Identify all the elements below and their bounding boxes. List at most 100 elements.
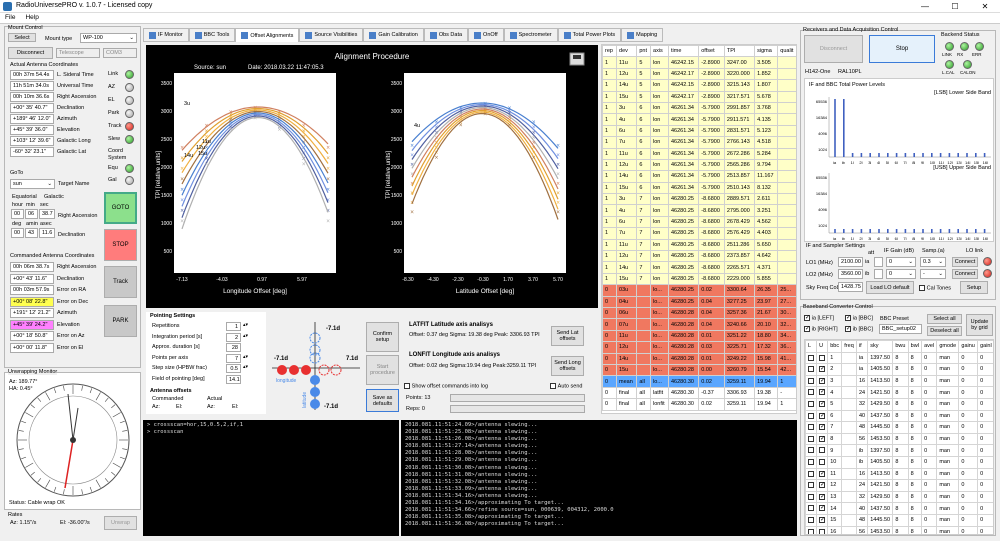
goto-button[interactable]: GOTO [104,192,137,224]
pointing-setting-input[interactable]: 7 [226,353,241,363]
command-console[interactable]: > crossscan=hor,15,0.5,2,if,1 > crossscan [143,420,399,536]
usb-checkbox[interactable] [816,525,829,534]
table-row[interactable]: 1 12u 5 lon 46242.17 -2.8900 3220.000 1.852 [602,67,796,81]
lsb-checkbox[interactable] [805,479,818,492]
com-port-select[interactable]: COM3 [103,48,137,58]
table-row[interactable]: 1 7u 7 lon 46280.25 -8.6800 2576.429 4.403 [602,227,796,240]
att-ib[interactable] [874,269,883,279]
table-row[interactable]: 0 15u lo... 46280.28 0.00 3260.79 15.54 42... [602,363,796,377]
bbc-row[interactable]: 4241421.50880man00 [805,386,993,399]
spinner-icon[interactable]: ▴▾ [243,354,248,360]
lsb-checkbox[interactable] [805,455,818,469]
pointing-setting-input[interactable]: 0.5 [226,364,241,373]
usb-checkbox[interactable] [816,374,829,388]
bbc-row[interactable]: 14401437.50880man00 [805,502,993,515]
tab-source-visibilities[interactable]: Source Visibilities [299,28,364,42]
hour-input[interactable]: 00 [11,209,24,219]
tab-offset-alignments[interactable]: Offset Alignments [235,28,300,42]
bbc-row[interactable]: 13321429.50880man00 [805,490,993,504]
table-row[interactable]: 1 14u 7 lon 46280.25 -8.6800 2265.571 4.371 [602,261,796,274]
samp-ia[interactable]: 0.3 ⌄ [920,257,946,267]
connect-ia-button[interactable]: Connect [952,257,978,267]
ib-bbc-checkbox[interactable]: ib [BBC] [845,325,873,333]
lsb-checkbox[interactable] [805,490,818,504]
update-by-grid-button[interactable]: Update by grid [966,314,993,336]
start-procedure-button[interactable]: Start procedure [366,355,399,385]
lsb-checkbox[interactable] [805,386,818,399]
lsb-checkbox[interactable] [805,351,818,365]
min-input[interactable]: 06 [25,209,38,219]
column-header[interactable]: pnt [636,45,652,58]
lo2-input[interactable]: 3560.00 [838,269,863,279]
bbc-row[interactable]: 6401437.50880man00 [805,409,993,423]
disconnect-receiver-button[interactable]: Disconnect [804,35,863,63]
column-header[interactable]: axis [650,45,669,58]
tab-total-power-plots[interactable]: Total Power Plots [557,28,622,42]
table-row[interactable]: 0 06u lo... 46280.28 0.04 3257.36 21.67 30... [602,306,796,320]
usb-checkbox[interactable] [816,386,829,399]
select-all-button[interactable]: Select all [927,314,962,324]
lsb-checkbox[interactable] [805,374,818,388]
usb-checkbox[interactable] [816,421,829,434]
usb-checkbox[interactable] [816,467,829,481]
pointing-setting-input[interactable]: 28 [226,343,241,352]
unwrap-button[interactable]: Unwrap [104,516,137,530]
select-button[interactable]: Select [8,33,36,42]
table-row[interactable]: 1 15u 7 lon 46280.25 -8.6800 2229.000 5.855 [602,272,796,286]
table-row[interactable]: 1 3u 7 lon 46280.25 -8.6800 2889.571 2.611 [602,193,796,206]
column-header[interactable]: dev [616,45,638,58]
table-row[interactable]: 1 14u 6 lon 46261.34 -5.7900 2513.857 11.167 [602,170,796,183]
table-row[interactable]: 0 03u lo... 46280.25 0.02 3300.64 26.35 25... [602,284,796,297]
deg-input[interactable]: 00 [11,228,24,238]
bbc-row[interactable]: 11161413.50880man00 [805,467,993,481]
usb-checkbox[interactable] [816,513,829,527]
ib-right-checkbox[interactable]: ib [RIGHT] [804,325,838,333]
tab-onoff[interactable]: OnOff [468,28,504,42]
table-row[interactable]: 1 6u 6 lon 46261.34 -5.7900 2831.571 5.123 [602,124,796,138]
load-lo-default-button[interactable]: Load LO default [866,281,914,294]
table-row[interactable]: 0 14u lo... 46280.28 0.01 3249.22 15.98 41... [602,352,796,365]
table-row[interactable]: 0 final all lonfit 46280.30 0.02 3259.11 19.94 1 [602,398,796,411]
tab-if-monitor[interactable]: IF Monitor [143,28,189,42]
column-header[interactable]: sigma [754,45,779,58]
lsb-checkbox[interactable] [805,502,818,515]
usb-checkbox[interactable] [816,351,829,365]
tab-bbc-tools[interactable]: BBC Tools [188,28,236,42]
lsb-checkbox[interactable] [805,409,818,423]
minimize-icon[interactable]: — [910,0,940,13]
pointing-setting-input[interactable]: 2 [226,332,241,342]
asec-input[interactable]: 11.6 [39,228,55,238]
usb-checkbox[interactable] [816,397,829,411]
table-row[interactable]: 0 mean all lo... 46280.30 0.02 3259.11 19.94 1 [602,375,796,388]
ia-bbc-checkbox[interactable]: ia [BBC] [845,314,873,322]
tab-spectrometer[interactable]: Spectrometer [503,28,558,42]
column-header[interactable]: qualit [777,45,796,58]
park-button[interactable]: PARK [104,305,137,337]
table-row[interactable]: 1 12u 7 lon 46280.25 -8.6800 2373.857 4.642 [602,250,796,263]
table-row[interactable]: 1 11u 7 lon 46280.25 -8.6800 2511.286 5.650 [602,238,796,252]
close-icon[interactable]: ✕ [970,0,1000,13]
lsb-checkbox[interactable] [805,421,818,434]
lsb-checkbox[interactable] [805,363,818,376]
menu-help[interactable]: Help [20,13,43,22]
bbc-row[interactable]: 10 ib 1405.50 8 8 0 man 0 0 [805,455,993,469]
bbc-row[interactable]: 9 ib 1397.50 8 8 0 man 0 0 [805,444,993,457]
bbc-row[interactable]: 2ia1405.50880man00 [805,363,993,376]
amin-input[interactable]: 43 [25,228,38,238]
table-row[interactable]: 1 6u 7 lon 46280.25 -8.6800 2678.429 4.562 [602,215,796,229]
lsb-checkbox[interactable] [805,513,818,527]
stop-button[interactable]: STOP [104,229,137,261]
usb-checkbox[interactable] [816,479,829,492]
save-defaults-button[interactable]: Save as defaults [366,389,399,412]
table-row[interactable]: 0 07u lo... 46280.28 0.04 3240.66 20.10 32... [602,318,796,331]
stop-receiver-button[interactable]: Stop [869,35,935,63]
usb-checkbox[interactable] [816,502,829,515]
samp-ib[interactable]: - ⌄ [920,269,946,279]
usb-checkbox[interactable] [816,432,829,446]
mount-type-select[interactable]: WP-100 ⌄ [80,33,137,43]
auto-send-checkbox[interactable]: Auto send [550,383,582,390]
bbc-row[interactable]: 15481445.50880man00 [805,513,993,527]
table-row[interactable]: 1 14u 5 lon 46242.15 -2.8900 3215.143 1.807 [602,79,796,92]
table-row[interactable]: 1 7u 6 lon 46261.34 -5.7900 2766.143 4.518 [602,136,796,149]
bbc-preset-select[interactable]: BBC_setup02⌄ [879,324,922,334]
